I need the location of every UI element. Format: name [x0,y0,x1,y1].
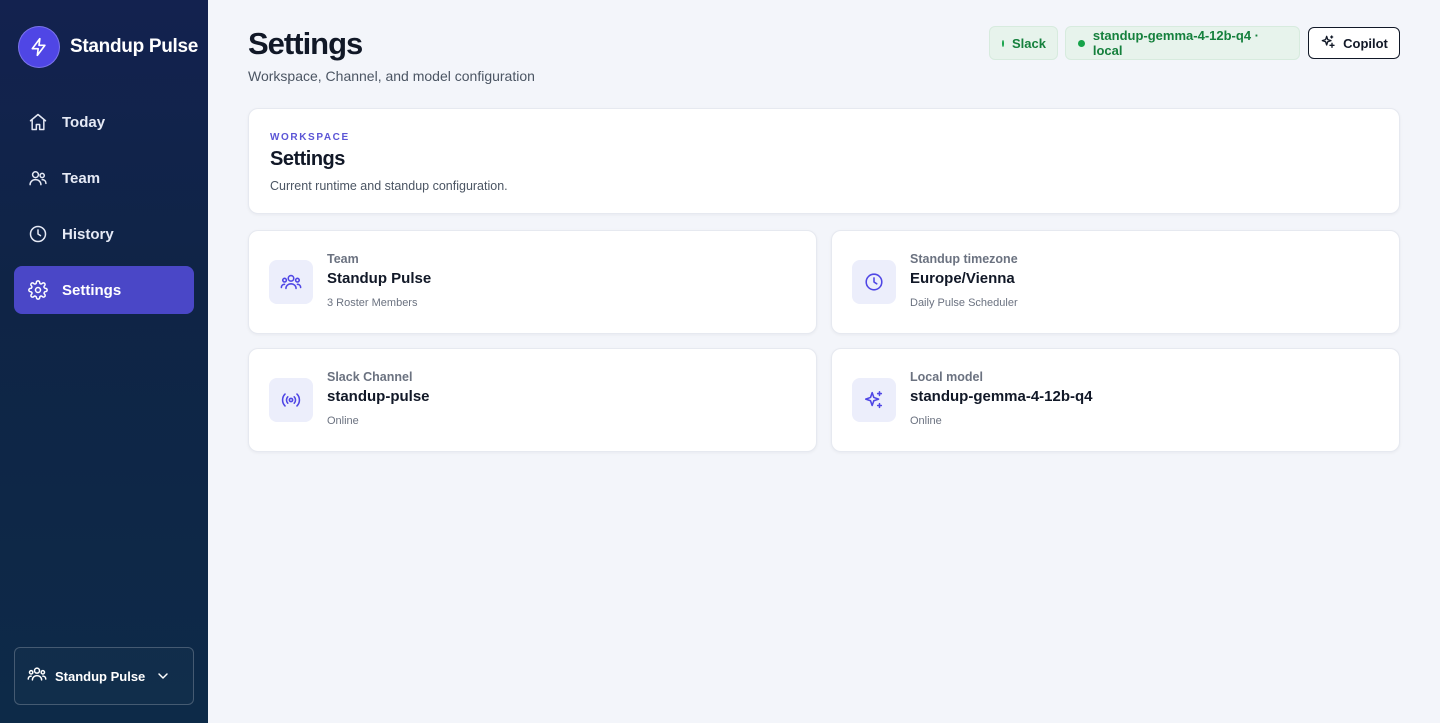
users-icon [28,168,48,188]
sparkles-icon [1320,34,1336,53]
card-label: Slack Channel [327,370,413,384]
app-name: Standup Pulse [70,36,199,57]
card-sub: 3 Roster Members [327,297,418,309]
sidebar-nav: Today Team History Settings [14,98,194,322]
status-badge-label: Slack [1012,35,1046,51]
team-switcher-label: Standup Pulse [55,668,146,684]
chevron-down-icon [155,668,171,684]
page-title: Settings [248,26,363,61]
sidebar-item-settings[interactable]: Settings [14,266,194,314]
home-icon [28,112,48,132]
sidebar-item-label: Settings [62,281,122,299]
card-sub: Daily Pulse Scheduler [910,297,1018,309]
card-sub: Online [910,415,942,427]
slack-channel-card: Slack Channel standup-pulse Online [248,348,817,452]
workspace-description: Current runtime and standup configuratio… [270,179,508,193]
workspace-title: Settings [270,148,345,170]
page-subtitle: Workspace, Channel, and model configurat… [248,68,535,84]
card-label: Team [327,252,359,266]
card-label: Standup timezone [910,252,1018,266]
team-switcher[interactable]: Standup Pulse [14,647,194,705]
gear-icon [28,280,48,300]
sidebar: Standup Pulse Today Team History Setting… [0,0,208,723]
status-dot-icon [1078,39,1085,47]
clock-icon [28,224,48,244]
timezone-card: Standup timezone Europe/Vienna Daily Pul… [831,230,1400,334]
card-sub: Online [327,415,359,427]
main-content: Settings Workspace, Channel, and model c… [208,0,1440,723]
status-badge-slack: Slack [989,26,1058,60]
sidebar-item-today[interactable]: Today [14,98,194,146]
team-card: Team Standup Pulse 3 Roster Members [248,230,817,334]
lightning-icon [18,26,60,68]
sidebar-item-label: History [62,225,114,243]
copilot-button[interactable]: Copilot [1308,27,1400,59]
card-value: standup-gemma-4-12b-q4 [910,388,1093,405]
team-icon [269,260,313,304]
card-value: Europe/Vienna [910,270,1015,287]
copilot-label: Copilot [1343,35,1388,51]
workspace-card: WORKSPACE Settings Current runtime and s… [248,108,1400,214]
card-value: standup-pulse [327,388,430,405]
clock-icon [852,260,896,304]
team-icon [27,664,47,689]
card-label: Local model [910,370,983,384]
status-dot-icon [1002,39,1005,47]
local-model-card: Local model standup-gemma-4-12b-q4 Onlin… [831,348,1400,452]
card-value: Standup Pulse [327,270,432,287]
brand[interactable]: Standup Pulse [18,26,198,68]
broadcast-icon [269,378,313,422]
sidebar-item-label: Team [62,169,101,187]
sparkles-icon [852,378,896,422]
sidebar-item-label: Today [62,113,106,131]
sidebar-item-team[interactable]: Team [14,154,194,202]
status-badge-label: standup-gemma-4-12b-q4 · local [1092,28,1259,58]
sidebar-item-history[interactable]: History [14,210,194,258]
workspace-eyebrow: WORKSPACE [270,132,350,143]
status-badge-model: standup-gemma-4-12b-q4 · local [1065,26,1300,60]
